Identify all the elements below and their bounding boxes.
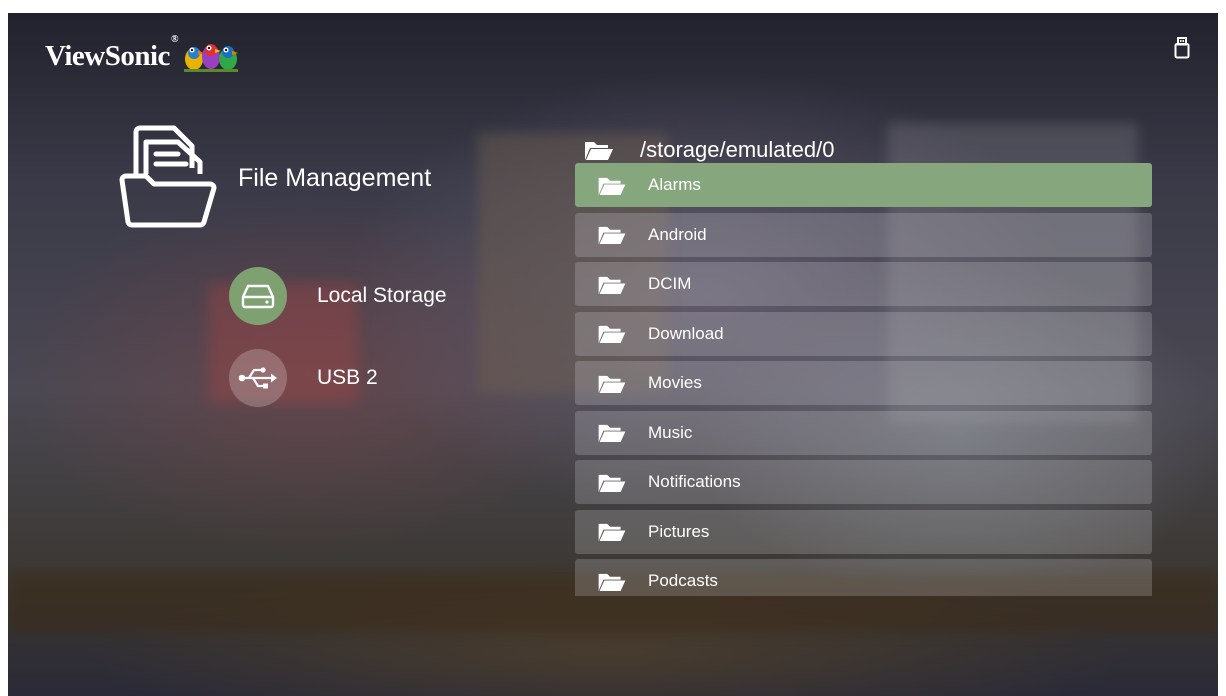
folder-row[interactable]: Notifications xyxy=(575,460,1152,504)
usb-drive-icon xyxy=(1174,37,1190,59)
path-text: /storage/emulated/0 xyxy=(640,137,835,162)
local-storage-badge xyxy=(229,267,287,325)
hard-drive-icon xyxy=(241,284,275,309)
folder-icon xyxy=(598,276,626,294)
folder-icon xyxy=(598,325,626,344)
folder-icon xyxy=(598,226,626,245)
page-title: File Management xyxy=(238,164,432,192)
brand-name: ViewSonic® xyxy=(45,33,178,72)
folder-name: Notifications xyxy=(648,472,741,491)
folder-icon xyxy=(598,573,626,591)
folder-row[interactable]: Pictures xyxy=(575,509,1152,554)
folder-icon xyxy=(598,424,626,443)
folder-name: Android xyxy=(648,224,707,244)
usb-badge xyxy=(229,349,287,407)
current-path: /storage/emulated/0 xyxy=(584,137,834,163)
folder-list[interactable]: Alarms Android DCIM Download Movies Music Noti… xyxy=(575,163,1152,596)
folder-name: Pictures xyxy=(648,521,710,541)
file-management-icon xyxy=(119,125,217,228)
folder-icon xyxy=(598,177,626,195)
folder-row[interactable]: Music xyxy=(575,410,1152,455)
storage-usb[interactable]: USB 2 xyxy=(229,349,378,407)
brand-logo: ViewSonic® xyxy=(45,33,240,76)
storage-label: USB 2 xyxy=(317,366,378,389)
folder-name: DCIM xyxy=(648,274,692,293)
folder-icon xyxy=(585,142,613,160)
folder-row[interactable]: Download xyxy=(575,311,1152,356)
folder-row[interactable]: Android xyxy=(575,212,1152,257)
folder-icon xyxy=(598,474,626,492)
folder-row[interactable]: DCIM xyxy=(575,262,1152,306)
folder-name: Alarms xyxy=(648,175,701,194)
folder-name: Download xyxy=(648,323,724,343)
folder-row[interactable]: Podcasts xyxy=(575,559,1152,596)
folder-row[interactable]: Movies xyxy=(575,361,1152,405)
usb-icon xyxy=(238,367,277,389)
folder-row[interactable]: Alarms xyxy=(575,163,1152,207)
folder-name: Music xyxy=(648,422,693,442)
storage-local-storage[interactable]: Local Storage xyxy=(229,267,447,325)
folder-name: Podcasts xyxy=(648,571,718,590)
folder-icon xyxy=(598,375,626,393)
storage-label: Local Storage xyxy=(317,284,447,307)
folder-icon xyxy=(598,523,626,542)
birds-logo-icon xyxy=(183,44,238,72)
folder-name: Movies xyxy=(648,373,702,392)
